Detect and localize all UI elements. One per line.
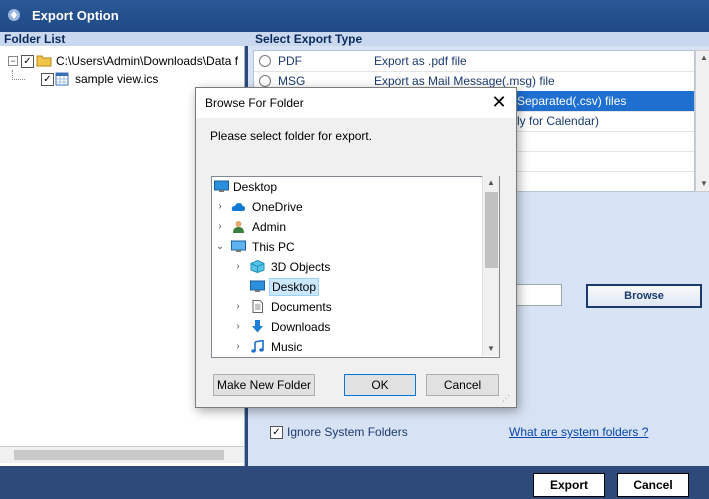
ignore-system-folders-checkbox[interactable]: ✓ — [270, 426, 283, 439]
chevron-right-icon[interactable]: › — [215, 197, 225, 217]
tree-item-onedrive[interactable]: › OneDrive — [212, 197, 482, 217]
tree-item-label: Admin — [252, 220, 287, 234]
tree-item-label: 3D Objects — [271, 260, 331, 274]
chevron-right-icon[interactable]: › — [233, 257, 243, 277]
browse-folder-dialog: Browse For Folder ✕ Please select folder… — [195, 87, 517, 408]
user-icon — [233, 221, 244, 233]
system-folders-help-link[interactable]: What are system folders ? — [509, 425, 648, 439]
chevron-right-icon[interactable]: › — [233, 317, 243, 337]
cube-icon — [250, 260, 265, 273]
radio-button[interactable] — [259, 55, 271, 67]
window-title: Export Option — [32, 8, 119, 23]
destination-path-input[interactable] — [510, 284, 562, 306]
tree-item-label: This PC — [252, 240, 295, 254]
dialog-titlebar: Browse For Folder ✕ — [196, 88, 516, 118]
make-new-folder-button[interactable]: Make New Folder — [213, 374, 315, 396]
tree-item-3d-objects[interactable]: › 3D Objects — [212, 257, 482, 277]
folder-icon — [36, 55, 52, 67]
folder-tree: Desktop › OneDrive › Admin ⌄ This PC › 3… — [211, 176, 500, 358]
option-name: MSG — [278, 74, 306, 88]
cancel-button[interactable]: Cancel — [617, 473, 689, 497]
tree-item-label: OneDrive — [252, 200, 303, 214]
dialog-cancel-button[interactable]: Cancel — [426, 374, 499, 396]
horizontal-scrollbar[interactable] — [0, 446, 244, 463]
ignore-system-folders-label: Ignore System Folders — [287, 425, 408, 439]
tree-item-label: Documents — [271, 300, 332, 314]
scroll-down-icon[interactable]: ▼ — [696, 177, 709, 191]
tree-item-documents[interactable]: › Documents — [212, 297, 482, 317]
option-description: Separated(.csv) files — [517, 94, 627, 108]
chevron-right-icon[interactable]: › — [215, 217, 225, 237]
option-description: ly for Calendar) — [517, 114, 600, 128]
desktop-icon — [214, 180, 229, 192]
chevron-right-icon[interactable]: › — [233, 297, 243, 317]
folder-checkbox[interactable]: ✓ — [21, 55, 34, 68]
dialog-message: Please select folder for export. — [210, 129, 373, 143]
folder-tree-scrollbar[interactable]: ▲ ▼ — [482, 176, 499, 356]
cloud-icon — [231, 203, 246, 211]
export-option-pdf[interactable]: PDF Export as .pdf file — [254, 51, 694, 72]
chevron-right-icon[interactable]: › — [233, 337, 243, 357]
download-icon — [252, 320, 263, 333]
option-description: Export as Mail Message(.msg) file — [374, 74, 555, 88]
tree-connector — [12, 70, 25, 80]
tree-item-desktop-selected[interactable]: Desktop — [212, 277, 482, 297]
option-name: PDF — [278, 54, 302, 68]
resize-grip-icon[interactable]: ⋰ — [502, 394, 512, 404]
tree-item-desktop-root[interactable]: Desktop — [212, 177, 482, 197]
tree-item-admin[interactable]: › Admin — [212, 217, 482, 237]
dialog-title: Browse For Folder — [205, 96, 304, 110]
folder-tree-root[interactable]: − ✓ C:\Users\Admin\Downloads\Data f — [0, 52, 244, 70]
scroll-up-icon[interactable]: ▲ — [483, 176, 499, 190]
desktop-icon — [250, 280, 265, 292]
export-type-header: Select Export Type — [248, 32, 709, 46]
scroll-up-icon[interactable]: ▲ — [696, 51, 709, 65]
browse-button[interactable]: Browse — [586, 284, 702, 308]
collapse-icon[interactable]: − — [8, 56, 18, 66]
scrollbar-thumb[interactable] — [485, 192, 498, 268]
tree-item-downloads[interactable]: › Downloads — [212, 317, 482, 337]
folder-list-header: Folder List — [0, 32, 248, 46]
folder-path-label: C:\Users\Admin\Downloads\Data f — [56, 54, 239, 68]
tree-item-label: Desktop — [269, 278, 320, 296]
option-description: Export as .pdf file — [374, 54, 467, 68]
scroll-down-icon[interactable]: ▼ — [483, 342, 499, 356]
close-icon[interactable]: ✕ — [490, 93, 508, 111]
folder-tree-child[interactable]: ✓ sample view.ics — [0, 70, 244, 88]
export-list-scrollbar[interactable]: ▲ ▼ — [695, 50, 709, 192]
app-logo-icon — [8, 9, 20, 21]
pc-icon — [231, 240, 246, 252]
radio-button[interactable] — [259, 75, 271, 87]
file-checkbox[interactable]: ✓ — [41, 73, 54, 86]
file-label: sample view.ics — [75, 72, 159, 86]
scrollbar-thumb[interactable] — [14, 450, 224, 460]
export-button[interactable]: Export — [533, 473, 605, 497]
tree-item-music[interactable]: › Music — [212, 337, 482, 357]
document-icon — [252, 300, 263, 313]
tree-item-label: Desktop — [233, 180, 278, 194]
tree-item-label: Downloads — [271, 320, 331, 334]
tree-item-this-pc[interactable]: ⌄ This PC — [212, 237, 482, 257]
tree-item-label: Music — [271, 340, 303, 354]
music-icon — [251, 340, 264, 353]
ok-button[interactable]: OK — [344, 374, 416, 396]
window-titlebar: Export Option — [0, 0, 709, 32]
chevron-down-icon[interactable]: ⌄ — [215, 237, 225, 257]
calendar-icon — [55, 72, 69, 86]
